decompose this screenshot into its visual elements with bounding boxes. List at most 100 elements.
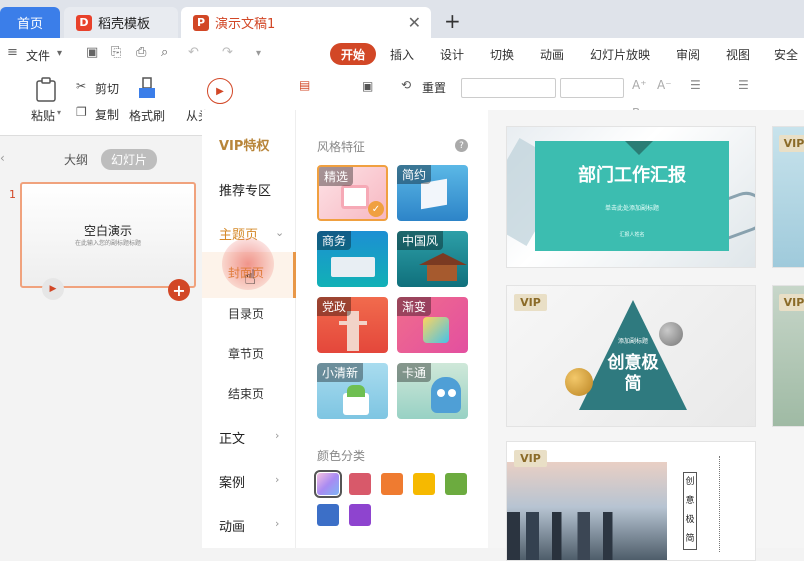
reset-label[interactable]: 重置 bbox=[422, 79, 446, 96]
menu-vip[interactable]: VIP特权 bbox=[219, 135, 269, 154]
docer-icon: D bbox=[76, 14, 92, 31]
color-swatch[interactable] bbox=[445, 473, 467, 495]
menu-animation[interactable]: 动画 bbox=[219, 516, 245, 535]
template-card-2[interactable]: VIP 添加副标题 创意极 简 bbox=[506, 285, 756, 427]
reset-icon[interactable]: ⟲ bbox=[401, 78, 411, 92]
menu-body[interactable]: 正文 bbox=[219, 428, 245, 447]
play-icon[interactable]: ▶ bbox=[207, 78, 233, 104]
style-gradient[interactable]: 渐变 bbox=[397, 297, 468, 353]
bullet-list-icon[interactable]: ☰ bbox=[690, 78, 701, 92]
template-1-presenter: 汇报人姓名 bbox=[619, 232, 645, 238]
cut-label[interactable]: 剪切 bbox=[95, 80, 119, 97]
chevron-right-icon: › bbox=[275, 517, 280, 530]
ribbon-tab-home[interactable]: 开始 bbox=[330, 43, 376, 65]
color-swatch[interactable] bbox=[381, 473, 403, 495]
outline-tab[interactable]: 大纲 bbox=[64, 151, 88, 168]
new-slide-icon[interactable]: ▤ bbox=[299, 78, 310, 92]
color-swatch[interactable] bbox=[349, 504, 371, 526]
chevron-right-icon: › bbox=[275, 429, 280, 442]
menu-cases[interactable]: 案例 bbox=[219, 472, 245, 491]
paste-dropdown-icon[interactable]: ▾ bbox=[57, 108, 61, 117]
style-simple[interactable]: 简约 bbox=[397, 165, 468, 221]
save-icon[interactable]: ▣ bbox=[86, 45, 98, 60]
collapse-panel-icon[interactable]: ‹ bbox=[0, 151, 5, 165]
vip-badge: VIP bbox=[779, 135, 804, 152]
color-swatch[interactable] bbox=[413, 473, 435, 495]
style-fresh[interactable]: 小清新 bbox=[317, 363, 388, 419]
slide-number: 1 bbox=[9, 188, 16, 201]
scissors-icon[interactable]: ✂ bbox=[76, 79, 86, 93]
export-icon[interactable]: ⎘ bbox=[111, 45, 121, 60]
template-card-partial-2[interactable]: VIP bbox=[772, 285, 804, 427]
ribbon-tab-transition[interactable]: 切换 bbox=[490, 46, 514, 63]
file-menu[interactable]: 文件 bbox=[26, 47, 50, 64]
tab-bar: 首页 D 稻壳模板 P 演示文稿1 ✕ + bbox=[0, 0, 804, 38]
redo-icon[interactable]: ↷ bbox=[222, 45, 233, 60]
ribbon-tab-insert[interactable]: 插入 bbox=[390, 46, 414, 63]
template-card-partial-1[interactable]: VIP bbox=[772, 126, 804, 268]
template-gallery: 部门工作汇报 单击此处添加副标题 汇报人姓名 VIP VIP 添加副标题 创意极… bbox=[488, 110, 804, 561]
color-swatch[interactable] bbox=[317, 504, 339, 526]
tab-document-label: 演示文稿1 bbox=[215, 17, 276, 32]
font-size-select[interactable] bbox=[560, 78, 624, 98]
grow-font-icon[interactable]: A⁺ bbox=[632, 78, 647, 92]
help-icon[interactable]: ? bbox=[455, 139, 468, 152]
template-3-vertical-title: 创 意 极 简 bbox=[683, 472, 697, 550]
ribbon-tab-design[interactable]: 设计 bbox=[440, 46, 464, 63]
format-painter-label[interactable]: 格式刷 bbox=[129, 107, 165, 124]
format-painter-icon[interactable] bbox=[136, 76, 158, 102]
style-business-label: 商务 bbox=[317, 231, 352, 250]
hand-cursor-icon: ☝ bbox=[244, 265, 257, 289]
color-swatch[interactable] bbox=[349, 473, 371, 495]
color-swatch[interactable] bbox=[314, 470, 342, 498]
ribbon-tab-slideshow[interactable]: 幻灯片放映 bbox=[590, 46, 650, 63]
play-slide-icon[interactable]: ▶ bbox=[42, 278, 64, 300]
hamburger-icon[interactable]: ≡ bbox=[7, 45, 18, 60]
style-chinese-label: 中国风 bbox=[397, 231, 444, 250]
undo-icon[interactable]: ↶ bbox=[188, 45, 199, 60]
style-party[interactable]: 党政 bbox=[317, 297, 388, 353]
copy-icon[interactable]: ❐ bbox=[76, 105, 87, 119]
font-family-select[interactable] bbox=[461, 78, 556, 98]
category-menu: VIP特权 推荐专区 主题页 ⌄ 封面页 ☝ 目录页 章节页 结束页 正文 › … bbox=[202, 110, 296, 548]
slides-tab[interactable]: 幻灯片 bbox=[101, 149, 158, 170]
menu-recommend[interactable]: 推荐专区 bbox=[219, 180, 271, 199]
template-card-1[interactable]: 部门工作汇报 单击此处添加副标题 汇报人姓名 bbox=[506, 126, 756, 268]
menu-chapter[interactable]: 章节页 bbox=[228, 345, 264, 362]
style-gradient-label: 渐变 bbox=[397, 297, 432, 316]
ribbon-tab-security[interactable]: 安全 bbox=[774, 46, 798, 63]
slide-thumbnail[interactable]: 空白演示 在此输入您的副标题标题 bbox=[20, 182, 196, 288]
style-cartoon[interactable]: 卡通 bbox=[397, 363, 468, 419]
chevron-down-icon: ⌄ bbox=[275, 226, 285, 239]
chevron-down-icon[interactable]: ▾ bbox=[57, 48, 62, 59]
template-2-title-line2: 简 bbox=[624, 374, 642, 394]
style-chinese[interactable]: 中国风 bbox=[397, 231, 468, 287]
style-featured[interactable]: 精选 ✓ bbox=[317, 165, 388, 221]
copy-label[interactable]: 复制 bbox=[95, 106, 119, 123]
customize-icon[interactable]: ▾ bbox=[256, 48, 261, 59]
template-1-subtitle: 单击此处添加副标题 bbox=[604, 205, 659, 212]
slide-subtitle: 在此输入您的副标题标题 bbox=[74, 240, 141, 247]
paste-label[interactable]: 粘贴 bbox=[31, 107, 55, 124]
template-card-3[interactable]: VIP 创 意 极 简 bbox=[506, 441, 756, 561]
numbered-list-icon[interactable]: ☰ bbox=[738, 78, 749, 92]
style-business[interactable]: 商务 bbox=[317, 231, 388, 287]
paste-icon[interactable] bbox=[34, 76, 58, 104]
menu-ending[interactable]: 结束页 bbox=[228, 385, 264, 402]
print-icon[interactable]: ⎙ bbox=[136, 45, 146, 60]
ribbon-tab-animation[interactable]: 动画 bbox=[540, 46, 564, 63]
layout-icon[interactable]: ▣ bbox=[362, 79, 373, 93]
chevron-right-icon: › bbox=[275, 473, 280, 486]
preview-icon[interactable]: ⌕ bbox=[161, 45, 168, 60]
tab-document[interactable]: P 演示文稿1 ✕ bbox=[181, 7, 431, 38]
ribbon-tab-review[interactable]: 审阅 bbox=[676, 46, 700, 63]
menu-toc[interactable]: 目录页 bbox=[228, 305, 264, 322]
close-icon[interactable]: ✕ bbox=[408, 13, 421, 32]
add-tab-icon[interactable]: + bbox=[444, 9, 461, 33]
tab-template[interactable]: D 稻壳模板 bbox=[64, 7, 178, 38]
style-title: 风格特征 bbox=[317, 140, 366, 154]
ribbon-tab-view[interactable]: 视图 bbox=[726, 46, 750, 63]
shrink-font-icon[interactable]: A⁻ bbox=[657, 78, 672, 92]
tab-home[interactable]: 首页 bbox=[0, 7, 60, 38]
add-slide-button[interactable]: + bbox=[168, 279, 190, 301]
